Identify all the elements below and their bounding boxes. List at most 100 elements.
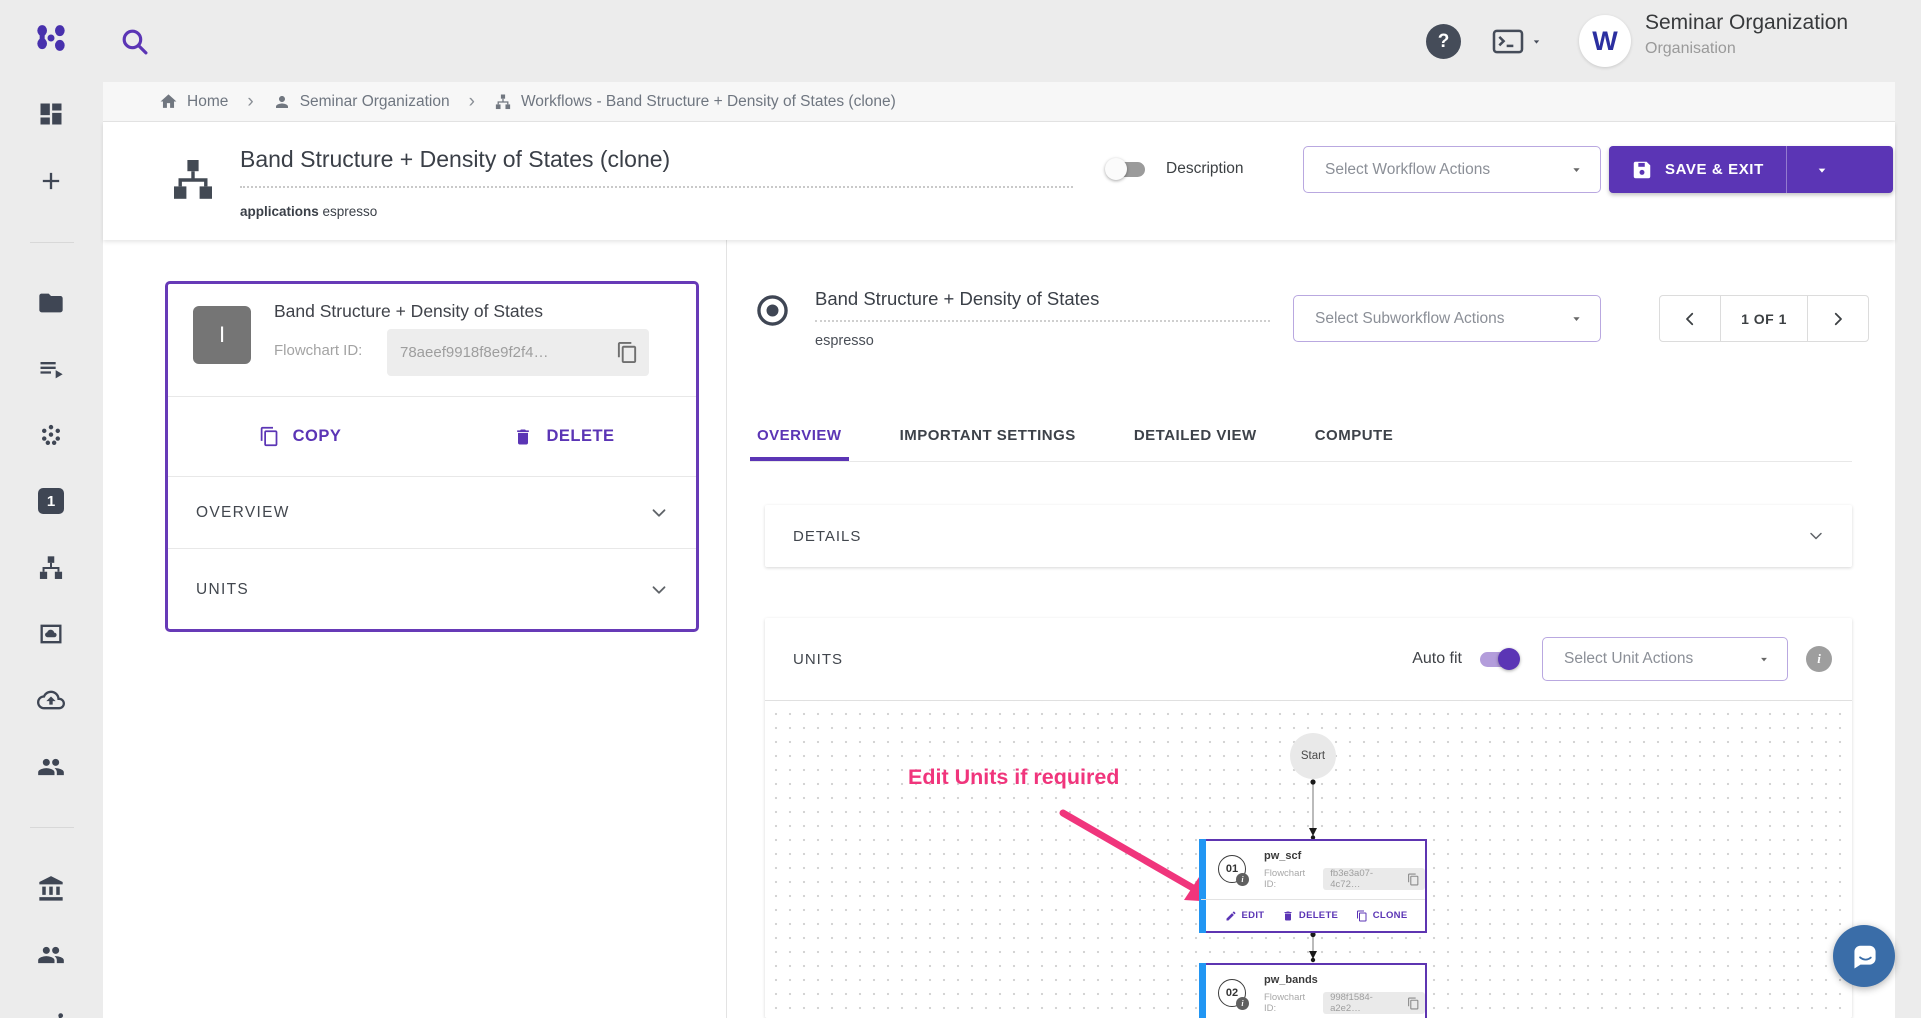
chevron-left-icon xyxy=(1681,310,1699,328)
details-label: DETAILS xyxy=(793,528,861,545)
console-menu-button[interactable] xyxy=(1492,28,1543,55)
node-id-label: Flowchart ID: xyxy=(1264,992,1319,1014)
delete-workflow-button[interactable]: DELETE xyxy=(432,427,696,447)
page-header: Band Structure + Density of States (clon… xyxy=(103,122,1895,240)
flowchart-id-chip: 78aeef9918f8e9f2f4… xyxy=(387,329,649,376)
subworkflow-pager: 1 OF 1 xyxy=(1659,295,1869,342)
subworkflow-radio-icon xyxy=(755,293,790,328)
chevron-down-icon xyxy=(648,579,670,601)
units-accordion[interactable]: UNITS xyxy=(168,549,696,631)
toggle-knob xyxy=(1498,648,1520,670)
workflow-icon xyxy=(494,93,512,111)
sidebar-item-workflows[interactable] xyxy=(37,554,65,582)
copy-icon[interactable] xyxy=(1407,997,1420,1010)
overview-accordion[interactable]: OVERVIEW xyxy=(168,477,696,549)
caret-down-icon xyxy=(1757,652,1771,666)
breadcrumb-workflow[interactable]: Workflows - Band Structure + Density of … xyxy=(494,93,896,111)
save-exit-label: SAVE & EXIT xyxy=(1665,161,1764,178)
copy-icon[interactable] xyxy=(616,341,639,364)
clone-label: CLONE xyxy=(1373,910,1408,921)
toggle-knob xyxy=(1105,158,1127,180)
subworkflow-actions-select[interactable]: Select Subworkflow Actions xyxy=(1293,295,1601,342)
node-id-value: fb3e3a07-4c72… xyxy=(1330,868,1402,890)
tab-important-settings[interactable]: IMPORTANT SETTINGS xyxy=(893,410,1083,461)
sidebar-item-members[interactable] xyxy=(37,941,65,969)
tab-detailed-view[interactable]: DETAILED VIEW xyxy=(1127,410,1264,461)
sidebar-item-organization[interactable] xyxy=(37,875,65,903)
autofit-toggle[interactable] xyxy=(1480,652,1518,667)
flowchart-id-value: 78aeef9918f8e9f2f4… xyxy=(400,344,548,361)
info-icon[interactable]: i xyxy=(1806,646,1832,672)
sidebar-item-jobs-list[interactable] xyxy=(37,355,65,383)
tab-overview[interactable]: OVERVIEW xyxy=(750,410,849,461)
node-info-icon[interactable]: i xyxy=(1236,997,1249,1010)
accordion-label: UNITS xyxy=(196,581,249,599)
pager-next-button[interactable] xyxy=(1808,296,1868,341)
org-avatar[interactable]: W xyxy=(1579,15,1631,67)
help-icon[interactable]: ? xyxy=(1426,24,1461,59)
mat3ra-logo-icon[interactable] xyxy=(31,21,71,61)
node-id-chip: fb3e3a07-4c72… xyxy=(1323,868,1425,890)
breadcrumb-label: Seminar Organization xyxy=(300,93,450,111)
node-clone-button[interactable]: CLONE xyxy=(1356,910,1408,922)
copy-icon[interactable] xyxy=(1407,873,1420,886)
sidebar-item-team[interactable] xyxy=(37,753,65,781)
top-bar: ? W Seminar Organization Organisation xyxy=(0,0,1921,82)
breadcrumb-home[interactable]: Home xyxy=(159,92,228,111)
start-node[interactable]: Start xyxy=(1290,733,1336,779)
delete-label: DELETE xyxy=(546,427,614,446)
save-options-button[interactable] xyxy=(1786,146,1857,193)
main-content: Home › Seminar Organization › Workflows … xyxy=(103,82,1895,1018)
workflow-actions-select[interactable]: Select Workflow Actions xyxy=(1303,146,1601,193)
description-toggle[interactable] xyxy=(1107,162,1145,177)
workflow-card-title: Band Structure + Density of States xyxy=(274,301,543,322)
sidebar-item-create[interactable] xyxy=(37,167,65,195)
flowchart-canvas[interactable]: Edit Units if required Start 01 i pw_scf xyxy=(765,700,1852,1018)
sidebar-item-materials[interactable] xyxy=(37,289,65,317)
trash-icon xyxy=(513,427,533,447)
units-panel: UNITS Auto fit Select Unit Actions xyxy=(765,618,1852,1018)
search-icon[interactable] xyxy=(118,25,151,58)
unit-node-pw-bands[interactable]: 02 i pw_bands Flowchart ID: 998f1584-a2e… xyxy=(1199,963,1427,1018)
copy-workflow-button[interactable]: COPY xyxy=(168,426,432,447)
chat-button[interactable] xyxy=(1833,925,1895,987)
breadcrumb-organization[interactable]: Seminar Organization xyxy=(273,93,450,111)
sidebar-item-nanostructures[interactable] xyxy=(37,422,65,450)
select-value: Select Unit Actions xyxy=(1564,650,1693,668)
meta-key: applications xyxy=(240,204,319,219)
workflow-card-header: I Band Structure + Density of States Flo… xyxy=(168,284,696,397)
unit-node-pw-scf[interactable]: 01 i pw_scf Flowchart ID: fb3e3a07-4c72… xyxy=(1199,839,1427,933)
subworkflow-tabs: OVERVIEW IMPORTANT SETTINGS DETAILED VIE… xyxy=(750,410,1852,462)
node-number-label: 01 xyxy=(1226,863,1238,875)
sidebar-item-cloud-upload[interactable] xyxy=(37,686,65,714)
save-exit-button[interactable]: SAVE & EXIT xyxy=(1609,146,1786,193)
breadcrumb-label: Workflows - Band Structure + Density of … xyxy=(521,93,896,111)
node-info-icon[interactable]: i xyxy=(1236,873,1249,886)
node-delete-button[interactable]: DELETE xyxy=(1282,910,1338,922)
tab-compute[interactable]: COMPUTE xyxy=(1308,410,1401,461)
details-accordion[interactable]: DETAILS xyxy=(765,505,1852,567)
breadcrumb-separator-icon: › xyxy=(463,91,481,113)
clone-icon xyxy=(1356,910,1368,922)
node-name: pw_bands xyxy=(1264,974,1318,986)
caret-down-icon xyxy=(1569,162,1584,177)
sidebar-item-images[interactable] xyxy=(37,620,65,648)
workflow-card[interactable]: I Band Structure + Density of States Flo… xyxy=(165,281,699,632)
sidebar-item-dashboard[interactable] xyxy=(37,100,65,128)
node-header: 02 i pw_bands Flowchart ID: 998f1584-a2e… xyxy=(1201,965,1425,1018)
pager-prev-button[interactable] xyxy=(1660,296,1720,341)
pencil-icon xyxy=(1225,910,1237,922)
terminal-icon xyxy=(1492,28,1524,55)
sidebar-divider xyxy=(30,827,74,828)
save-icon xyxy=(1631,159,1653,181)
unit-actions-select[interactable]: Select Unit Actions xyxy=(1542,637,1788,681)
org-menu[interactable]: Seminar Organization Organisation xyxy=(1645,11,1848,58)
node-id-value: 998f1584-a2e2… xyxy=(1330,992,1402,1014)
node-id-row: Flowchart ID: fb3e3a07-4c72… xyxy=(1264,868,1425,890)
node-edit-button[interactable]: EDIT xyxy=(1225,910,1265,922)
sidebar-item-analytics[interactable] xyxy=(37,1006,65,1018)
save-exit-split-button: SAVE & EXIT xyxy=(1609,146,1893,193)
annotation-arrow xyxy=(1063,813,1217,902)
sidebar-item-jobs-count[interactable]: 1 xyxy=(37,487,65,515)
caret-down-icon xyxy=(1814,162,1830,178)
